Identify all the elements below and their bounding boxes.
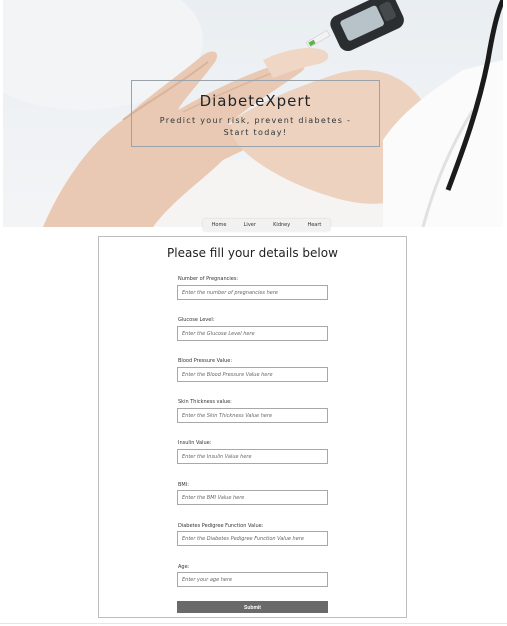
pregnancies-input[interactable] (177, 285, 328, 300)
bmi-label: BMI: (178, 482, 189, 488)
nav-item-home[interactable]: Home (212, 222, 227, 228)
age-input[interactable] (177, 572, 328, 587)
skin-thickness-label: Skin Thickness value: (178, 399, 232, 405)
nav-item-heart[interactable]: Heart (307, 222, 321, 228)
age-label: Age: (178, 564, 190, 570)
pedigree-input[interactable] (177, 531, 328, 546)
site-tagline: Predict your risk, prevent diabetes - St… (159, 116, 352, 137)
form-title: Please fill your details below (167, 246, 338, 260)
insulin-input[interactable] (177, 449, 328, 464)
pregnancies-label: Number of Pregnancies: (178, 276, 239, 282)
skin-thickness-input[interactable] (177, 408, 328, 423)
nav-item-liver[interactable]: Liver (244, 222, 256, 228)
glucose-input[interactable] (177, 326, 328, 341)
glucose-label: Glucose Level: (178, 317, 215, 323)
footer-divider (0, 623, 507, 624)
blood-pressure-label: Blood Pressure Value: (178, 358, 233, 364)
submit-button[interactable]: Submit (177, 601, 328, 613)
top-nav: Home Liver Kidney Heart (203, 219, 330, 231)
hero-text-box: DiabeteXpert Predict your risk, prevent … (131, 80, 380, 147)
hero-banner: DiabeteXpert Predict your risk, prevent … (3, 0, 503, 227)
site-title: DiabeteXpert (199, 92, 312, 110)
blood-pressure-input[interactable] (177, 367, 328, 382)
details-form: Please fill your details below Number of… (98, 236, 407, 618)
bmi-input[interactable] (177, 490, 328, 505)
pedigree-label: Diabetes Pedigree Function Value: (178, 523, 264, 529)
insulin-label: Insulin Value: (178, 440, 212, 446)
nav-item-kidney[interactable]: Kidney (273, 222, 290, 228)
